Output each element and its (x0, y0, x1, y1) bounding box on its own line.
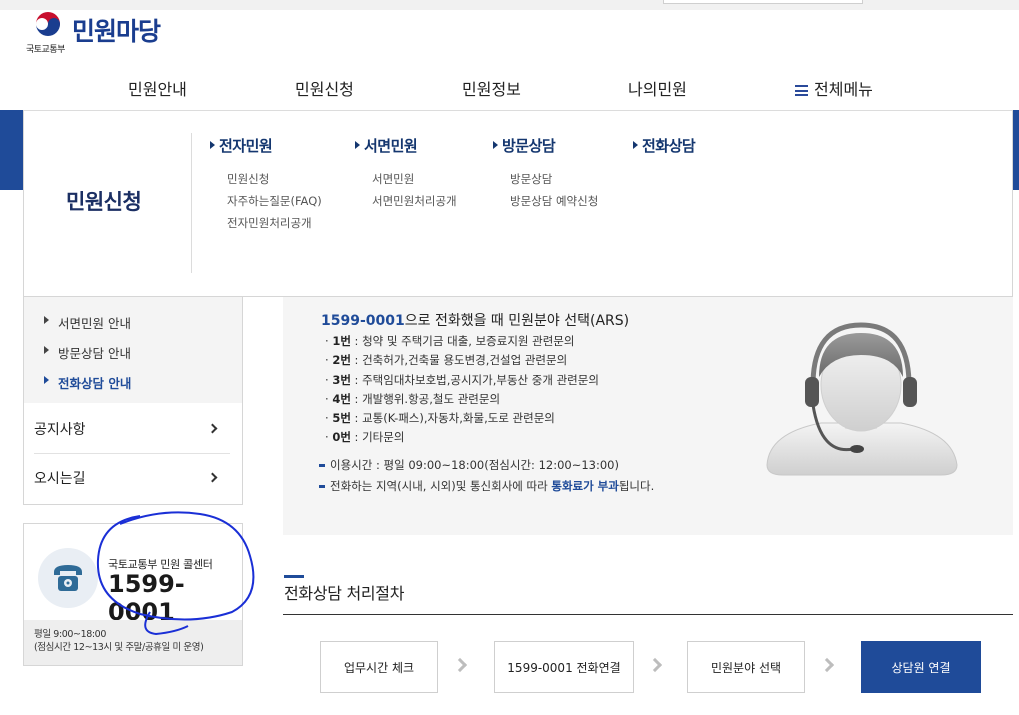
gnb-item-all-menu[interactable]: 전체메뉴 (795, 76, 873, 100)
procedure-step: 1599-0001 전화연결 (494, 641, 634, 693)
top-search-box[interactable] (663, 0, 863, 4)
gnb-item-apply[interactable]: 민원신청 (295, 76, 354, 100)
mega-column-written: 서면민원 서면민원 서면민원처리공개 (355, 135, 457, 212)
ars-option-key: 3번 (332, 372, 351, 387)
mega-menu-divider (191, 133, 192, 273)
ars-note-charges-pre: 전화하는 지역(시내, 시외)및 통신회사에 따라 (330, 479, 552, 493)
procedure-title-accent (284, 575, 304, 578)
gnb-item-my[interactable]: 나의민원 (628, 76, 687, 100)
procedure-title-divider (283, 614, 1013, 615)
telephone-icon (54, 565, 82, 591)
phone-icon-badge (38, 548, 98, 608)
mega-link-written-disclosure[interactable]: 서면민원처리공개 (372, 190, 457, 212)
side-item-directions[interactable]: 오시는길 (34, 453, 230, 501)
ars-title-text: 으로 전화했을 때 민원분야 선택(ARS) (404, 313, 630, 329)
mega-link-visit-reservation[interactable]: 방문상담 예약신청 (510, 190, 598, 212)
ministry-name: 국토교통부 (26, 45, 65, 55)
ars-option-list: · 1번 : 청약 및 주택기금 대출, 보증료지원 관련문의 · 2번 : 건… (325, 332, 599, 448)
site-title: 민원마당 (72, 17, 161, 46)
side-item-directions-label: 오시는길 (34, 471, 86, 487)
site-logo[interactable]: 국토교통부 민원마당 (24, 10, 184, 56)
mega-link-electronic-disclosure[interactable]: 전자민원처리공개 (227, 212, 322, 234)
mega-column-electronic: 전자민원 민원신청 자주하는질문(FAQ) 전자민원처리공개 (210, 135, 322, 234)
mega-link-faq[interactable]: 자주하는질문(FAQ) (227, 190, 322, 212)
ars-option-key: 4번 (332, 391, 351, 406)
side-item-notice[interactable]: 공지사항 (34, 405, 230, 453)
mega-column-phone: 전화상담 (633, 135, 696, 156)
ars-option-desc: 교통(K-패스),자동차,화물,도로 관련문의 (362, 411, 555, 426)
ars-option-key: 5번 (332, 411, 351, 426)
ars-option: · 2번 : 건축허가,건축물 용도변경,건설업 관련문의 (325, 353, 568, 368)
ars-option: · 0번 : 기타문의 (325, 430, 405, 445)
chevron-right-icon (207, 472, 218, 483)
procedure-step: 업무시간 체크 (320, 641, 438, 693)
side-sub-item-written[interactable]: 서면민원 안내 (44, 313, 131, 332)
all-menu-label: 전체메뉴 (814, 80, 873, 99)
ars-option-desc: 기타문의 (362, 430, 405, 445)
procedure-step-final: 상담원 연결 (861, 641, 981, 693)
ars-info-panel: 1599-0001으로 전화했을 때 민원분야 선택(ARS) · 1번 : 청… (283, 297, 1013, 535)
ars-option-key: 0번 (332, 430, 351, 445)
ars-title: 1599-0001으로 전화했을 때 민원분야 선택(ARS) (321, 310, 629, 330)
chevron-right-icon (647, 657, 663, 673)
ars-option: · 1번 : 청약 및 주택기금 대출, 보증료지원 관련문의 (325, 334, 575, 348)
ars-note-hours: 이용시간 : 평일 09:00~18:00(점심시간: 12:00~13:00) (319, 455, 654, 476)
hamburger-menu-icon (795, 85, 808, 96)
call-agent-illustration-icon (766, 322, 958, 476)
top-utility-strip (0, 0, 1019, 10)
ars-option-desc: 건축허가,건축물 용도변경,건설업 관련문의 (362, 353, 568, 368)
mega-link-written[interactable]: 서면민원 (372, 168, 457, 190)
ars-option: · 5번 : 교통(K-패스),자동차,화물,도로 관련문의 (325, 411, 555, 426)
mega-heading-visit[interactable]: 방문상담 (493, 135, 598, 156)
side-menu: 서면민원 안내 방문상담 안내 전화상담 안내 공지사항 오시는길 (23, 297, 243, 505)
government-emblem-icon (35, 11, 61, 37)
chevron-right-icon (207, 423, 218, 434)
ars-option: · 4번 : 개발행위.항공,철도 관련문의 (325, 391, 501, 406)
mega-heading-written[interactable]: 서면민원 (355, 135, 457, 156)
call-hours-note: (점심시간 12~13시 및 주말/공휴일 미 운영) (34, 642, 204, 653)
call-center-hours: 평일 9:00~18:00 (점심시간 12~13시 및 주말/공휴일 미 운영… (24, 620, 242, 665)
ars-option-desc: 주택임대차보호법,공시지가,부동산 중개 관련문의 (362, 372, 599, 387)
gnb-item-info[interactable]: 민원정보 (462, 76, 521, 100)
ars-title-number: 1599-0001 (321, 313, 405, 329)
mega-menu-dropdown: 민원신청 전자민원 민원신청 자주하는질문(FAQ) 전자민원처리공개 서면민원… (23, 110, 1013, 297)
section-banner-left (0, 110, 23, 190)
ars-option-desc: 청약 및 주택기금 대출, 보증료지원 관련문의 (362, 334, 575, 348)
section-banner-right (1013, 110, 1019, 190)
mega-link-apply[interactable]: 민원신청 (227, 168, 322, 190)
chevron-right-icon (452, 657, 468, 673)
global-navigation: 민원안내 민원신청 민원정보 나의민원 전체메뉴 (0, 62, 1019, 110)
ars-note-charges: 전화하는 지역(시내, 시외)및 통신회사에 따라 통화료가 부과됩니다. (319, 476, 654, 497)
ars-notes: 이용시간 : 평일 09:00~18:00(점심시간: 12:00~13:00)… (319, 455, 654, 497)
mega-heading-phone[interactable]: 전화상담 (633, 135, 696, 156)
side-sub-item-visit[interactable]: 방문상담 안내 (44, 343, 131, 362)
call-center-number: 1599-0001 (108, 570, 185, 626)
side-sub-item-phone[interactable]: 전화상담 안내 (44, 373, 131, 392)
procedure-title: 전화상담 처리절차 (284, 584, 405, 603)
ars-option-key: 2번 (332, 353, 351, 368)
side-submenu: 서면민원 안내 방문상담 안내 전화상담 안내 (24, 297, 242, 403)
side-item-notice-label: 공지사항 (34, 422, 86, 438)
call-center-box: 국토교통부 민원 콜센터 1599-0001 평일 9:00~18:00 (점심… (23, 523, 243, 666)
mega-column-visit: 방문상담 방문상담 방문상담 예약신청 (493, 135, 598, 212)
call-hours-weekday: 평일 9:00~18:00 (34, 629, 106, 640)
gnb-item-guide[interactable]: 민원안내 (128, 76, 187, 100)
mega-heading-electronic[interactable]: 전자민원 (210, 135, 322, 156)
ars-option-key: 1번 (332, 334, 351, 348)
ars-option-desc: 개발행위.항공,철도 관련문의 (362, 391, 501, 406)
mega-link-visit[interactable]: 방문상담 (510, 168, 598, 190)
ars-note-charges-post: 됩니다. (618, 479, 655, 493)
ars-note-charges-highlight: 통화료가 부과 (551, 479, 619, 493)
mega-menu-title: 민원신청 (66, 190, 142, 214)
ars-option: · 3번 : 주택임대차보호법,공시지가,부동산 중개 관련문의 (325, 372, 599, 387)
chevron-right-icon (819, 657, 835, 673)
procedure-step: 민원분야 선택 (687, 641, 805, 693)
